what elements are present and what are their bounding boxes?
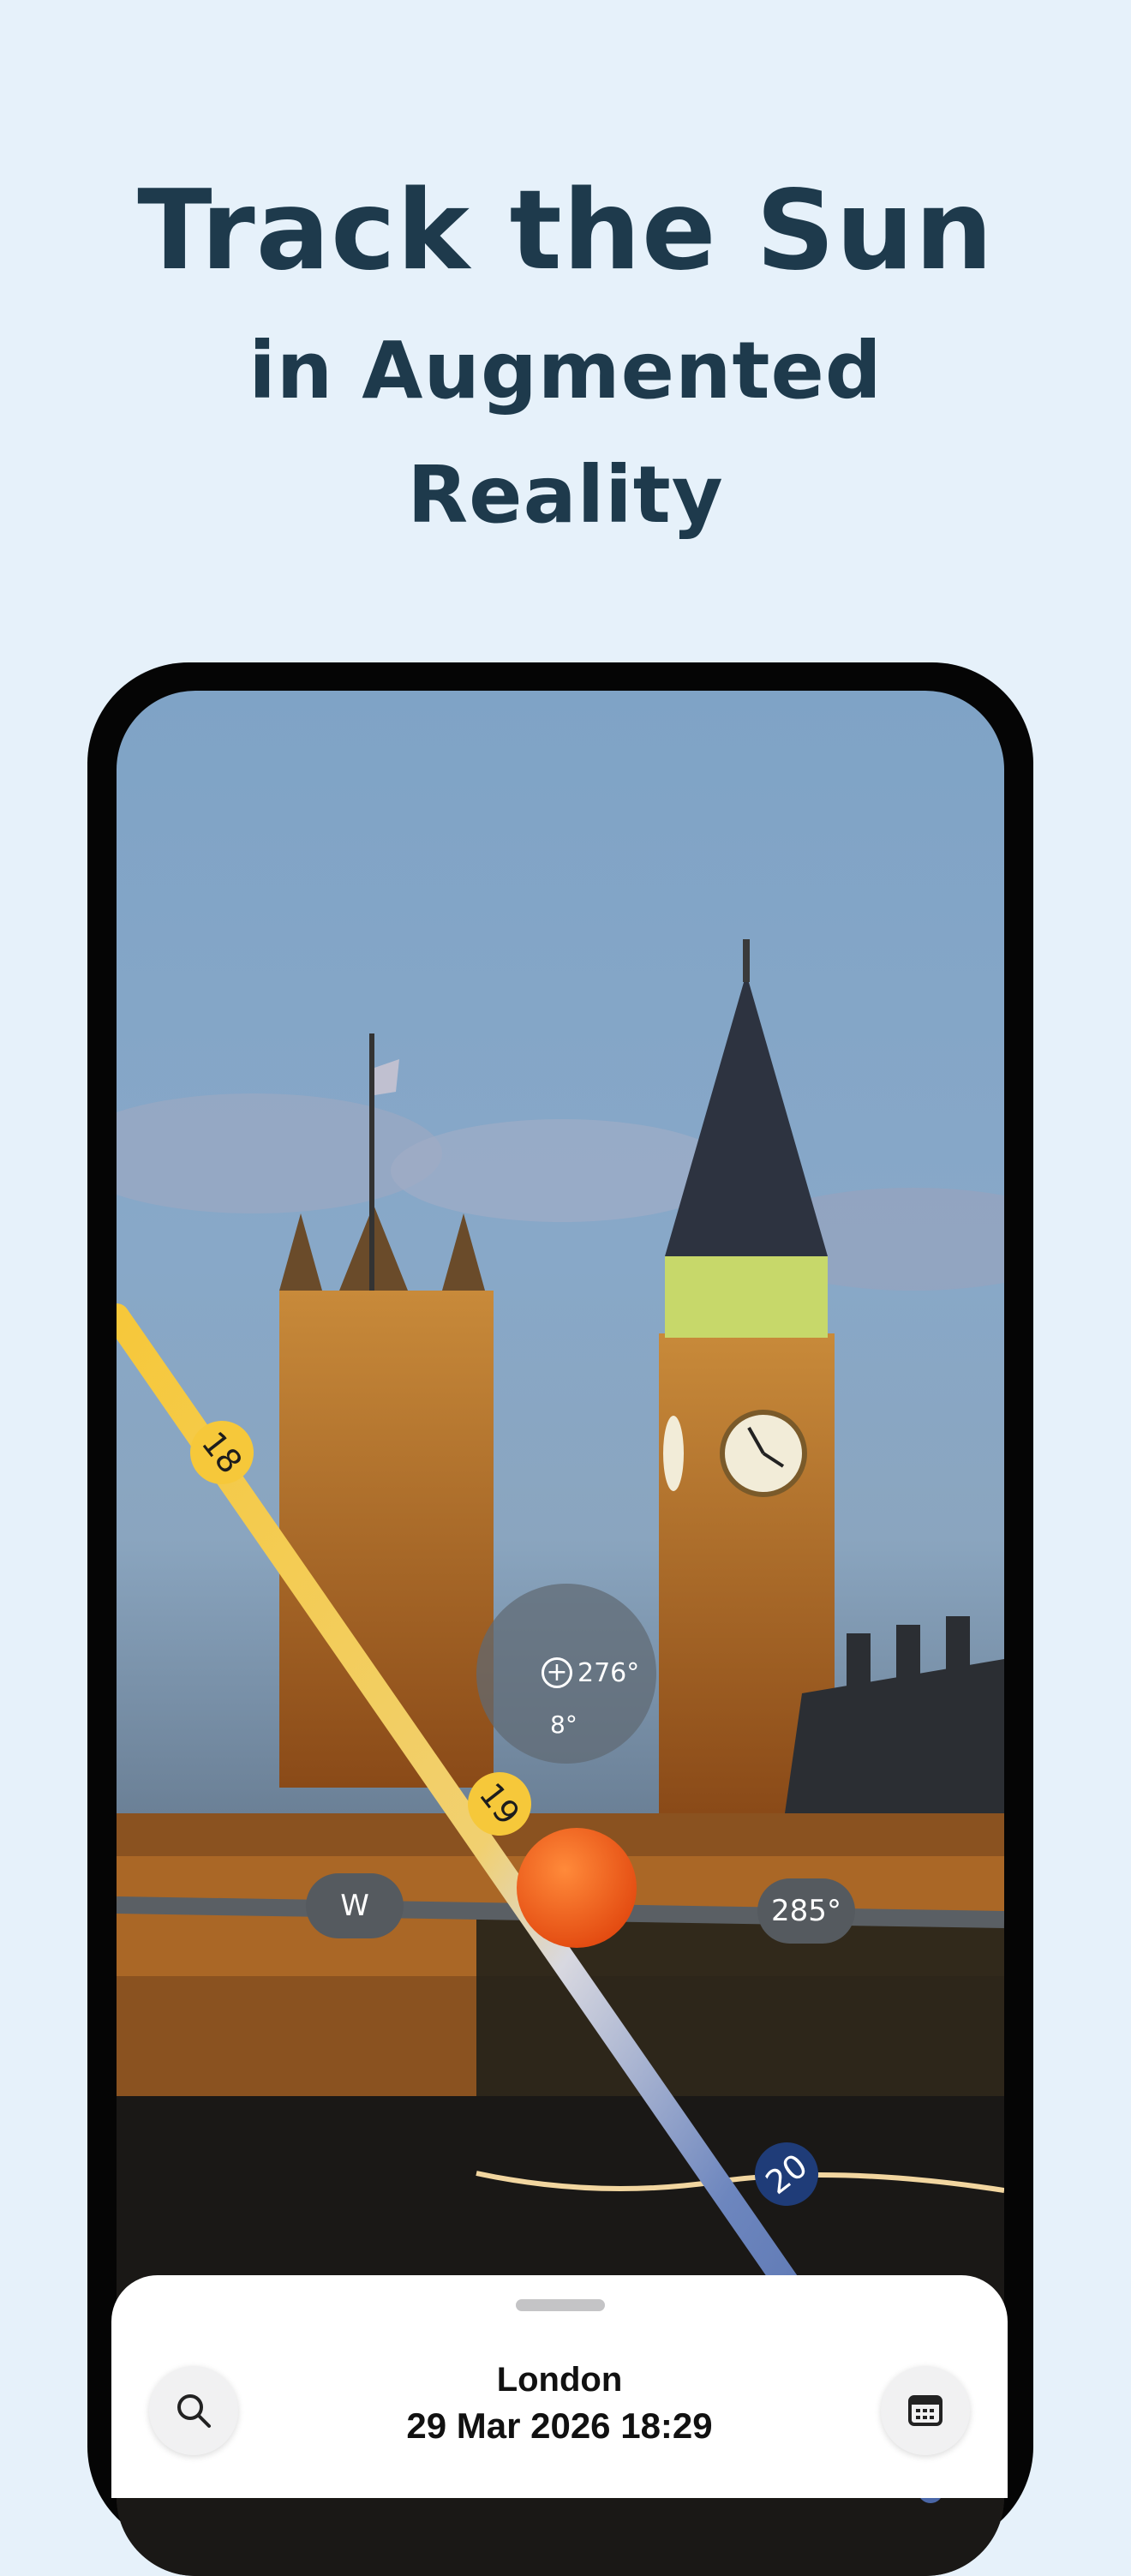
date-time: 29 Mar 2026 18:29	[406, 2405, 713, 2446]
sheet-grabber[interactable]	[516, 2299, 605, 2311]
headline: Track the Sun in Augmented Reality	[0, 163, 1131, 557]
headline-line-1: Track the Sun	[137, 167, 994, 295]
sun-position-readout[interactable]: + 276° 8°	[476, 1584, 656, 1764]
bottom-sheet[interactable]: London 29 Mar 2026 18:29	[111, 2275, 1008, 2498]
headline-line-2: in Augmented	[248, 325, 883, 416]
bearing-badge: 285°	[757, 1878, 855, 1944]
sun-azimuth: 276°	[577, 1657, 640, 1688]
location-name: London	[496, 2361, 623, 2399]
sun-marker	[517, 1828, 637, 1948]
compass-direction-badge: W	[306, 1873, 404, 1938]
headline-line-3: Reality	[407, 449, 724, 541]
sun-elevation: 8°	[550, 1710, 577, 1739]
search-button[interactable]	[149, 2366, 238, 2455]
crosshair-icon: +	[542, 1657, 572, 1688]
calendar-icon	[908, 2395, 942, 2426]
compass-direction-label: W	[340, 1889, 369, 1923]
calendar-button[interactable]	[881, 2366, 970, 2455]
search-icon	[177, 2394, 211, 2428]
bearing-label: 285°	[771, 1894, 841, 1928]
